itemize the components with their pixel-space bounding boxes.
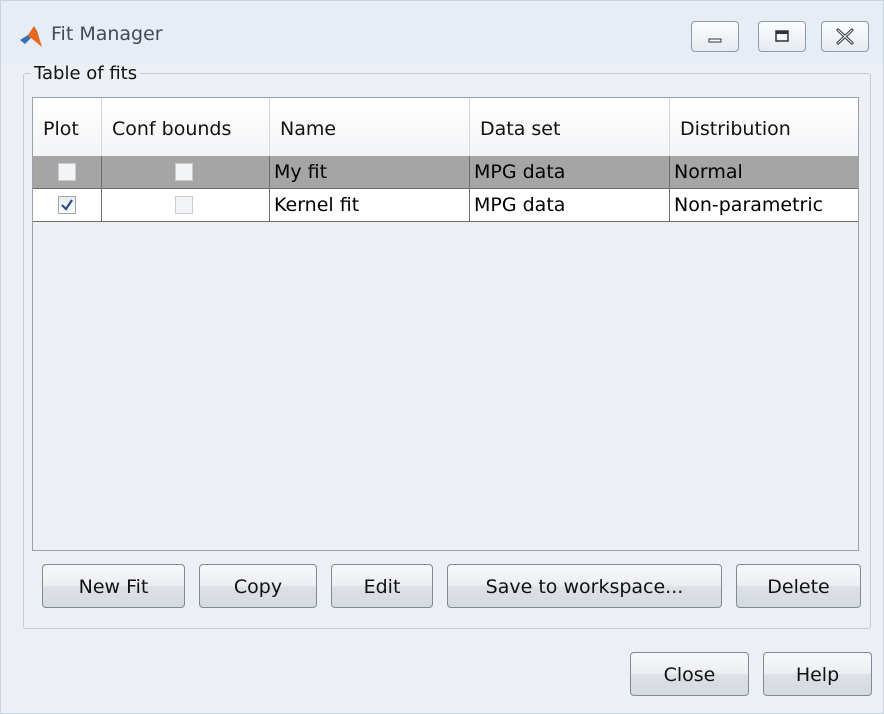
close-button[interactable]: Close — [630, 652, 749, 696]
delete-button[interactable]: Delete — [736, 564, 861, 608]
column-header-name[interactable]: Name — [270, 98, 470, 156]
window-title: Fit Manager — [51, 23, 163, 45]
checkmark-icon — [61, 199, 73, 211]
maximize-button[interactable] — [758, 21, 806, 52]
data-set-cell[interactable]: MPG data — [470, 189, 670, 222]
data-set-cell[interactable]: MPG data — [470, 156, 670, 189]
copy-button[interactable]: Copy — [199, 564, 317, 608]
distribution-cell[interactable]: Non-parametric — [670, 189, 858, 222]
plot-checkbox[interactable] — [58, 196, 76, 214]
plot-checkbox[interactable] — [58, 163, 76, 181]
conf-bounds-cell — [102, 189, 270, 222]
edit-button[interactable]: Edit — [331, 564, 433, 608]
conf-bounds-checkbox[interactable] — [175, 163, 193, 181]
close-icon — [836, 28, 854, 45]
column-header-distribution[interactable]: Distribution — [670, 98, 858, 156]
column-header-plot[interactable]: Plot — [33, 98, 102, 156]
name-cell[interactable]: Kernel fit — [270, 189, 470, 222]
name-cell[interactable]: My fit — [270, 156, 470, 189]
matlab-logo-icon — [20, 26, 42, 47]
title-bar[interactable]: Fit Manager — [1, 1, 883, 63]
help-button[interactable]: Help — [763, 652, 872, 696]
new-fit-button[interactable]: New Fit — [42, 564, 185, 608]
fit-manager-window: Fit Manager Table of fits Plot Conf boun… — [0, 0, 884, 714]
plot-cell — [33, 156, 102, 189]
maximize-icon — [775, 30, 789, 42]
plot-cell — [33, 189, 102, 222]
distribution-cell[interactable]: Normal — [670, 156, 858, 189]
save-to-workspace-button[interactable]: Save to workspace... — [447, 564, 722, 608]
table-of-fits-label: Table of fits — [31, 63, 141, 84]
fits-table[interactable]: Plot Conf bounds Name Data set Distribut… — [32, 97, 859, 551]
conf-bounds-cell — [102, 156, 270, 189]
table-header: Plot Conf bounds Name Data set Distribut… — [33, 98, 858, 157]
conf-bounds-checkbox[interactable] — [175, 196, 193, 214]
table-row[interactable]: Kernel fit MPG data Non-parametric — [33, 189, 858, 222]
column-header-conf-bounds[interactable]: Conf bounds — [102, 98, 270, 156]
minimize-icon — [708, 38, 722, 43]
column-header-data-set[interactable]: Data set — [470, 98, 670, 156]
minimize-button[interactable] — [691, 21, 739, 52]
close-window-button[interactable] — [821, 21, 869, 52]
table-row[interactable]: My fit MPG data Normal — [33, 156, 858, 189]
